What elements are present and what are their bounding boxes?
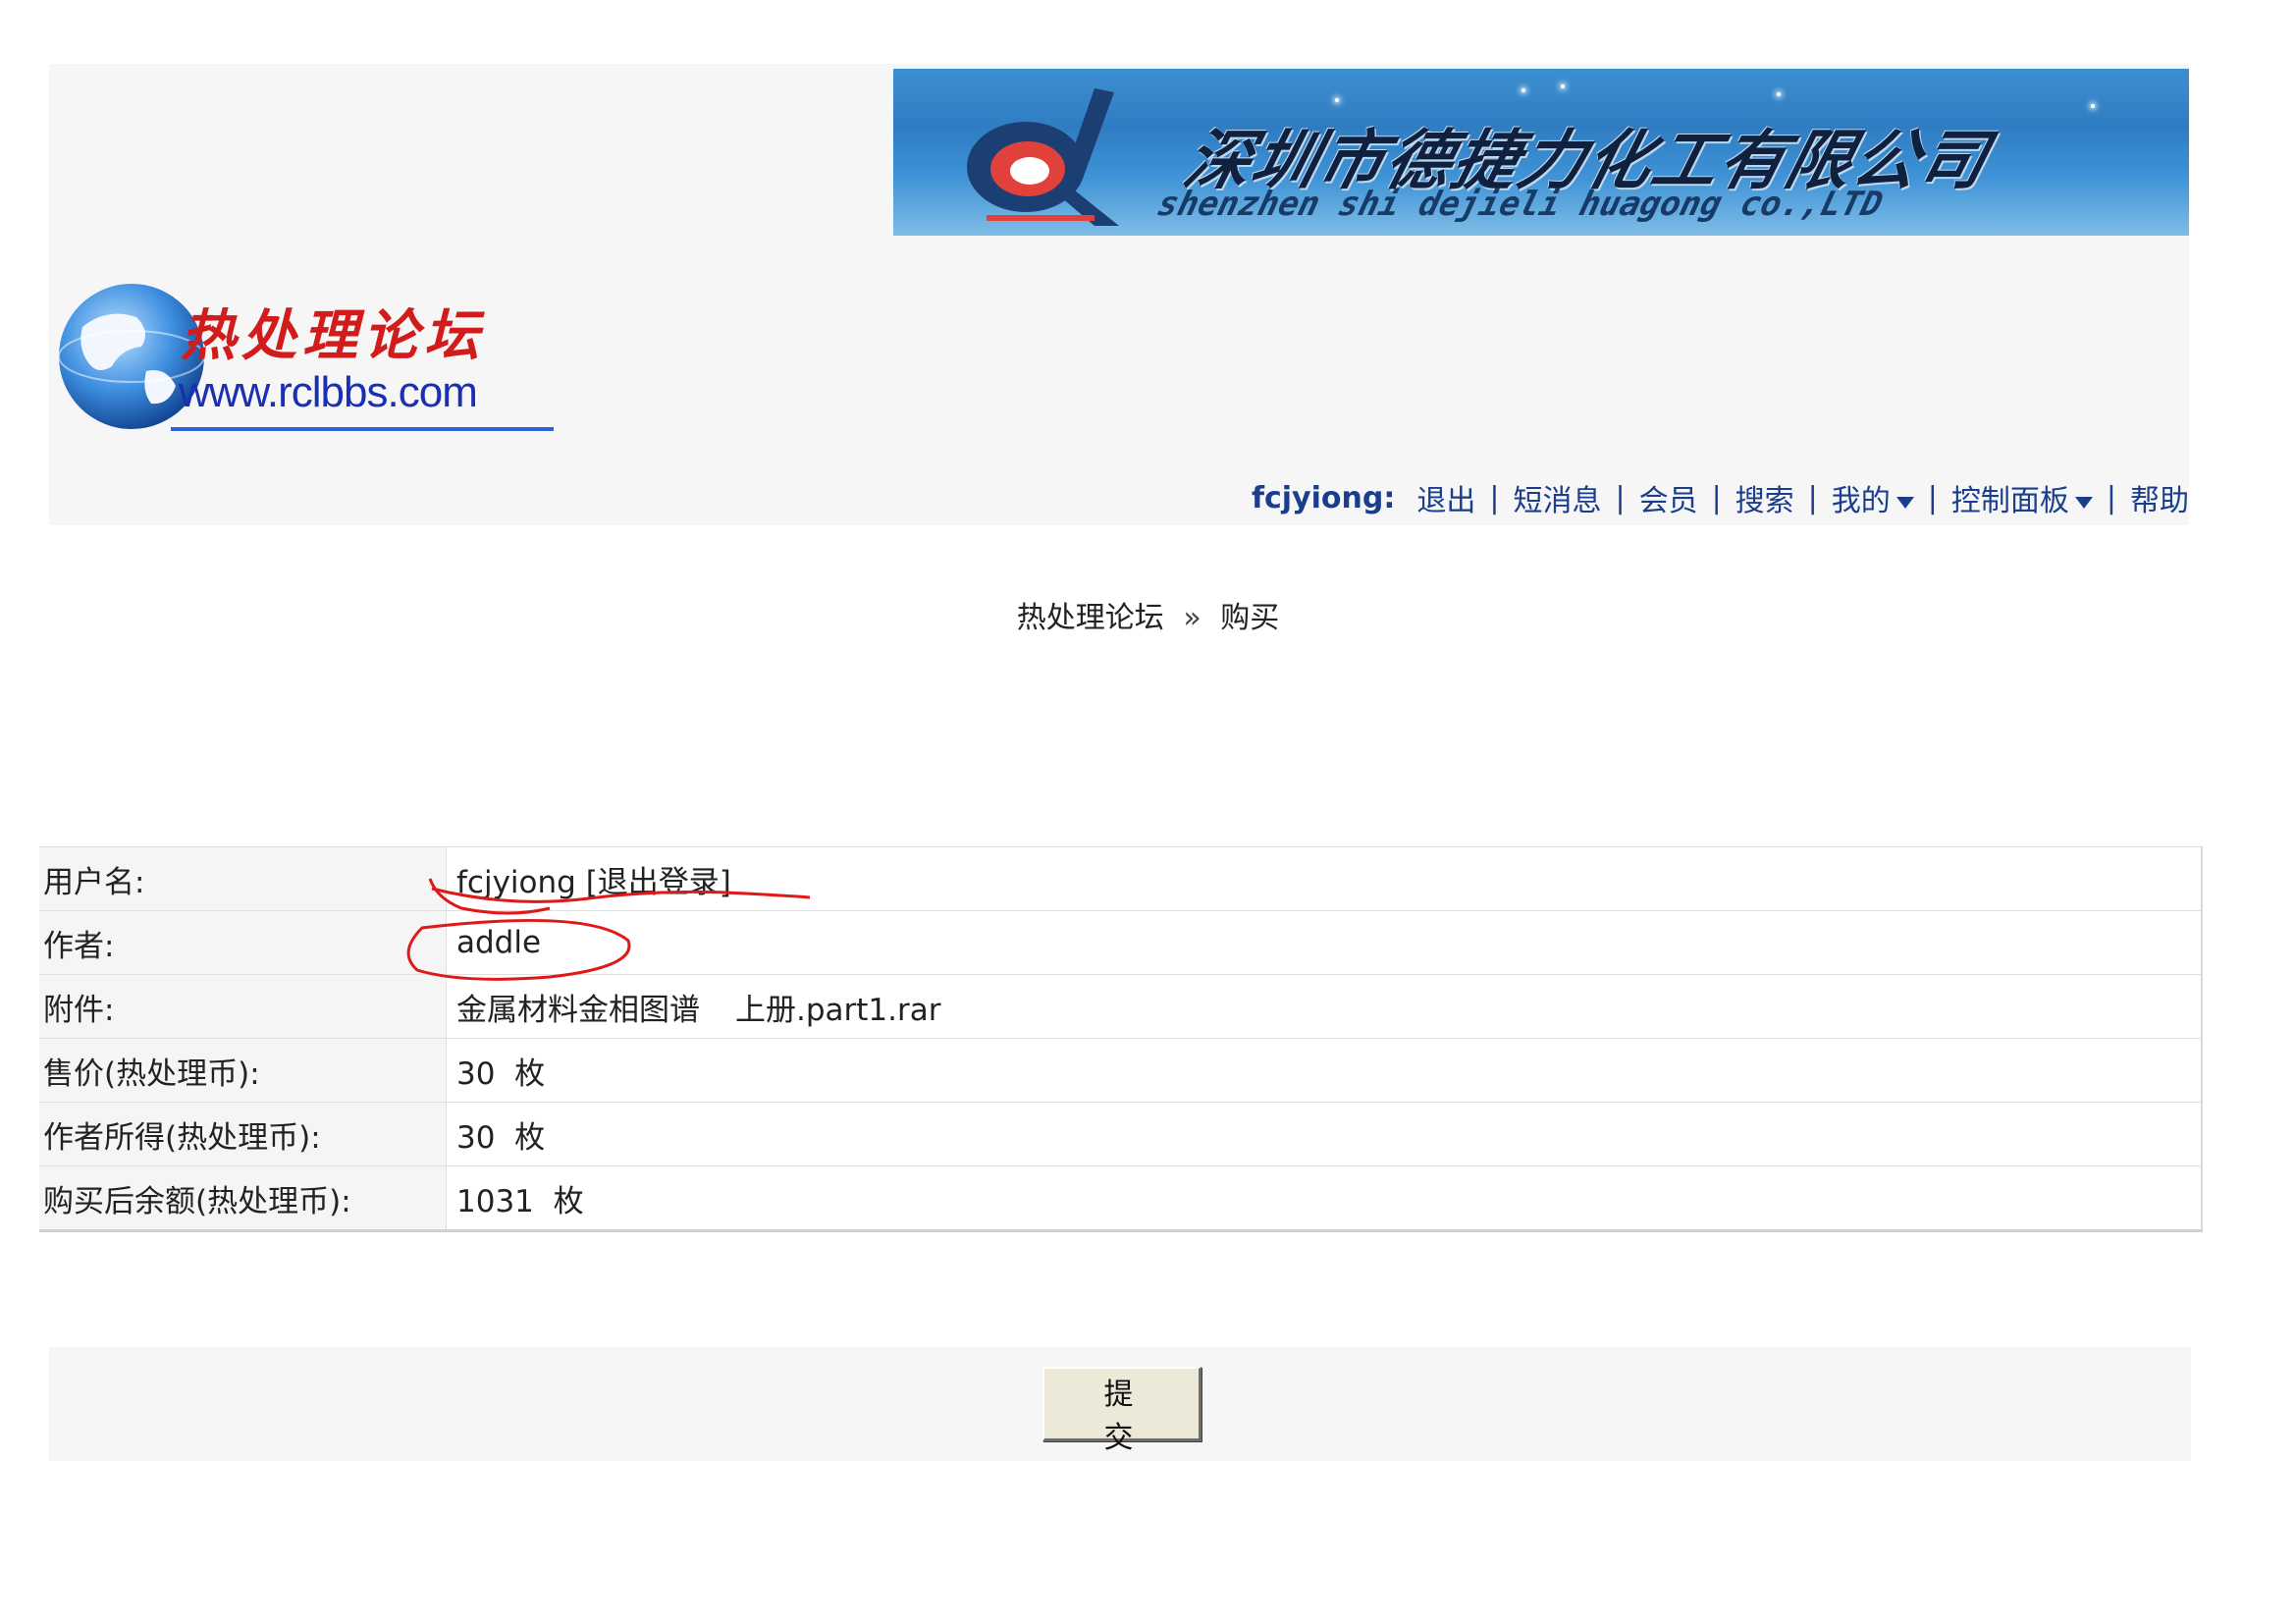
table-row: 用户名: fcjyiong [退出登录] bbox=[39, 846, 2202, 911]
row-label: 附件: bbox=[39, 974, 447, 1039]
table-row: 售价(热处理币): 30 枚 bbox=[39, 1038, 2202, 1103]
nav-separator: | bbox=[1927, 480, 1938, 515]
page: 深圳市德捷力化工有限公司 shenzhen shi dejieli huagon… bbox=[0, 0, 2296, 1624]
table-row: 购买后余额(热处理币): 1031 枚 bbox=[39, 1165, 2202, 1231]
row-label: 用户名: bbox=[39, 846, 447, 911]
forum-logo-name: 热处理论坛 bbox=[181, 303, 485, 368]
banner-sparkle bbox=[1777, 92, 1781, 96]
nav-logout-link[interactable]: 退出 bbox=[1416, 476, 1475, 519]
attachment-filename: 上册.part1.rar bbox=[735, 992, 941, 1028]
nav-separator: | bbox=[1807, 480, 1818, 515]
row-label: 作者所得(热处理币): bbox=[39, 1102, 447, 1166]
row-value: fcjyiong [退出登录] bbox=[446, 846, 2202, 911]
table-row: 作者所得(热处理币): 30 枚 bbox=[39, 1102, 2202, 1166]
logout-link[interactable]: [退出登录] bbox=[586, 865, 731, 900]
forum-logo-url: www.rclbbs.com bbox=[179, 368, 478, 416]
banner-sparkle bbox=[1335, 98, 1339, 102]
purchase-info-table: 用户名: fcjyiong [退出登录] 作者: addle 附件: 金属材料金… bbox=[39, 846, 2203, 1232]
banner-sparkle bbox=[1561, 84, 1565, 88]
forum-logo[interactable]: 热处理论坛 www.rclbbs.com bbox=[53, 270, 563, 442]
nav-search-link[interactable]: 搜索 bbox=[1735, 476, 1794, 519]
nav-my-menu[interactable]: 我的 bbox=[1832, 476, 1914, 519]
nav-separator: | bbox=[1489, 480, 1500, 515]
banner-sparkle bbox=[2091, 104, 2095, 108]
table-row: 作者: addle bbox=[39, 910, 2202, 975]
sponsor-banner[interactable]: 深圳市德捷力化工有限公司 shenzhen shi dejieli huagon… bbox=[893, 69, 2189, 236]
nav-my-label: 我的 bbox=[1831, 484, 1891, 518]
table-row: 附件: 金属材料金相图谱 上册.part1.rar bbox=[39, 974, 2202, 1039]
nav-separator: | bbox=[1711, 480, 1722, 515]
breadcrumb-current: 购买 bbox=[1220, 601, 1280, 635]
username-value: fcjyiong bbox=[456, 864, 576, 900]
row-label: 购买后余额(热处理币): bbox=[39, 1165, 447, 1231]
banner-company-name-latin: shenzhen shi dejieli huagong co.,LTD bbox=[1153, 185, 1887, 224]
breadcrumb: 热处理论坛 » 购买 bbox=[0, 593, 2296, 636]
user-nav: fcjyiong: 退出 | 短消息 | 会员 | 搜索 | 我的 | 控制面板… bbox=[1252, 476, 2189, 519]
row-value: 金属材料金相图谱 上册.part1.rar bbox=[446, 974, 2202, 1039]
price-value: 30 枚 bbox=[446, 1038, 2202, 1103]
nav-help-link[interactable]: 帮助 bbox=[2130, 476, 2189, 519]
company-logo-icon bbox=[967, 88, 1119, 226]
nav-separator: | bbox=[2106, 480, 2116, 515]
banner-sparkle bbox=[1522, 88, 1525, 92]
row-label: 售价(热处理币): bbox=[39, 1038, 447, 1103]
balance-after-value: 1031 枚 bbox=[446, 1165, 2202, 1231]
nav-control-panel-menu[interactable]: 控制面板 bbox=[1951, 476, 2093, 519]
row-label: 作者: bbox=[39, 910, 447, 975]
breadcrumb-separator: » bbox=[1183, 601, 1201, 635]
forum-logo-underline bbox=[171, 427, 554, 431]
caret-down-icon bbox=[2074, 496, 2093, 509]
author-earnings-value: 30 枚 bbox=[446, 1102, 2202, 1166]
submit-button[interactable]: 提交 bbox=[1042, 1367, 1201, 1455]
submit-bar: 提交 bbox=[49, 1347, 2191, 1461]
nav-username[interactable]: fcjyiong: bbox=[1252, 481, 1395, 515]
breadcrumb-home-link[interactable]: 热处理论坛 bbox=[1017, 601, 1164, 635]
nav-control-panel-label: 控制面板 bbox=[1950, 484, 2069, 518]
header: 深圳市德捷力化工有限公司 shenzhen shi dejieli huagon… bbox=[49, 64, 2189, 525]
nav-members-link[interactable]: 会员 bbox=[1639, 476, 1698, 519]
caret-down-icon bbox=[1896, 496, 1914, 509]
author-value: addle bbox=[446, 910, 2202, 975]
nav-messages-link[interactable]: 短消息 bbox=[1513, 476, 1601, 519]
attachment-title: 金属材料金相图谱 bbox=[456, 992, 700, 1028]
nav-separator: | bbox=[1615, 480, 1626, 515]
